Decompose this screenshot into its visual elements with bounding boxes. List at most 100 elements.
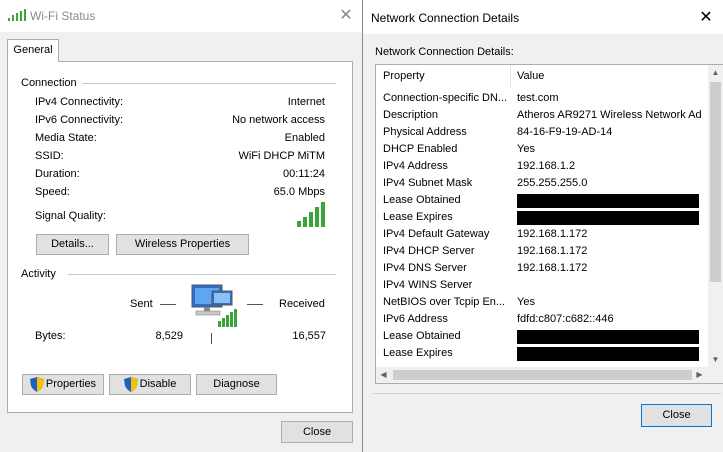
list-item[interactable]: IPv4 Subnet Mask 255.255.255.0 — [376, 175, 708, 192]
close-button[interactable]: Close — [281, 421, 353, 443]
close-icon[interactable]: ✕ — [336, 6, 356, 26]
vertical-scrollbar[interactable]: ▲ ▼ — [708, 65, 723, 367]
property-cell: Connection-specific DN... — [383, 92, 508, 104]
sent-label: Sent — [130, 298, 153, 310]
vertical-scroll-thumb[interactable] — [710, 82, 721, 282]
list-item[interactable]: IPv4 Address 192.168.1.2 — [376, 158, 708, 175]
shield-icon — [123, 376, 138, 392]
value-cell: 192.168.1.172 — [517, 228, 588, 240]
scroll-down-icon[interactable]: ▼ — [711, 355, 720, 364]
list-item[interactable]: IPv6 Address fdfd:c807:c682::446 — [376, 311, 708, 328]
scroll-corner — [708, 367, 723, 383]
list-item[interactable]: Lease Obtained — [376, 328, 708, 345]
value-cell: Yes — [517, 296, 535, 308]
list-item[interactable]: Lease Expires — [376, 209, 708, 226]
column-header-property[interactable]: Property — [383, 65, 425, 87]
network-connection-details-dialog: Network Connection Details ✕ Network Con… — [362, 0, 723, 452]
property-cell: NetBIOS over Tcpip En... — [383, 296, 506, 308]
details-list-view[interactable]: Property Value Connection-specific DN...… — [375, 64, 723, 384]
value-cell: 255.255.255.0 — [517, 177, 588, 189]
activity-heading: Activity — [21, 268, 56, 280]
media-state-value: Enabled — [284, 132, 325, 144]
disable-button-label: Disable — [139, 378, 177, 390]
list-item[interactable]: Description Atheros AR9271 Wireless Netw… — [376, 107, 708, 124]
property-cell: Lease Obtained — [383, 330, 461, 342]
list-item[interactable]: DHCP Enabled Yes — [376, 141, 708, 158]
property-cell: IPv4 Default Gateway — [383, 228, 490, 240]
list-item[interactable]: Lease Obtained — [376, 192, 708, 209]
column-divider[interactable] — [510, 65, 511, 87]
row-label: IPv6 Connectivity: — [35, 114, 124, 126]
property-cell: Description — [383, 109, 439, 121]
details-titlebar: Network Connection Details ✕ — [363, 0, 723, 34]
bytes-label: Bytes: — [35, 330, 66, 342]
list-item[interactable]: Connection-specific DN... test.com — [376, 90, 708, 107]
shield-icon — [29, 376, 44, 392]
wifi-status-titlebar: Wi-Fi Status ✕ — [0, 0, 362, 32]
horizontal-scroll-thumb[interactable] — [393, 370, 692, 380]
details-button[interactable]: Details... — [36, 234, 109, 255]
sent-dash — [160, 304, 176, 305]
tab-general[interactable]: General — [7, 39, 59, 62]
details-group-label: Network Connection Details: — [375, 46, 514, 58]
ssid-value: WiFi DHCP MiTM — [238, 150, 325, 162]
list-item[interactable]: IPv4 WINS Server — [376, 277, 708, 294]
window-title: Network Connection Details — [371, 11, 520, 25]
connection-heading: Connection — [21, 77, 77, 89]
property-cell: Lease Obtained — [383, 194, 461, 206]
redacted-value — [517, 194, 699, 208]
list-item[interactable]: Lease Expires — [376, 345, 708, 362]
property-cell: IPv4 Address — [383, 160, 448, 172]
redacted-value — [517, 211, 699, 225]
list-item[interactable]: IPv4 Default Gateway 192.168.1.172 — [376, 226, 708, 243]
value-cell: 192.168.1.172 — [517, 262, 588, 274]
scroll-right-icon[interactable]: ▶ — [695, 370, 704, 380]
properties-button[interactable]: Properties — [22, 374, 104, 395]
horizontal-scrollbar[interactable]: ◀ ▶ — [376, 367, 708, 383]
list-item[interactable]: IPv4 DNS Server 192.168.1.172 — [376, 260, 708, 277]
property-cell: IPv4 Subnet Mask — [383, 177, 473, 189]
scroll-left-icon[interactable]: ◀ — [379, 370, 388, 380]
connection-divider — [82, 83, 336, 84]
value-cell: test.com — [517, 92, 559, 104]
property-cell: IPv4 DNS Server — [383, 262, 467, 274]
property-cell: IPv4 DHCP Server — [383, 245, 475, 257]
row-label: IPv4 Connectivity: — [35, 96, 124, 108]
signal-bars-icon — [297, 201, 327, 227]
wireless-properties-button[interactable]: Wireless Properties — [116, 234, 249, 255]
window-title: Wi-Fi Status — [30, 9, 96, 23]
list-item[interactable]: IPv4 DHCP Server 192.168.1.172 — [376, 243, 708, 260]
property-cell: DHCP Enabled — [383, 143, 458, 155]
row-label: Duration: — [35, 168, 80, 180]
value-cell: Atheros AR9271 Wireless Network Ad — [517, 109, 702, 121]
duration-value: 00:11:24 — [282, 168, 325, 180]
received-dash — [247, 304, 263, 305]
row-label: Media State: — [35, 132, 97, 144]
value-cell: Yes — [517, 143, 535, 155]
list-item[interactable]: NetBIOS over Tcpip En... Yes — [376, 294, 708, 311]
value-cell: 192.168.1.172 — [517, 245, 588, 257]
ipv6-connectivity-value: No network access — [232, 114, 325, 126]
speed-value: 65.0 Mbps — [273, 186, 325, 198]
value-cell: 84-16-F9-19-AD-14 — [517, 126, 613, 138]
property-cell: IPv6 Address — [383, 313, 448, 325]
scroll-up-icon[interactable]: ▲ — [711, 68, 720, 77]
close-button[interactable]: Close — [641, 404, 712, 427]
value-cell: fdfd:c807:c682::446 — [517, 313, 614, 325]
close-icon[interactable]: ✕ — [696, 8, 716, 28]
wifi-signal-icon — [8, 9, 26, 21]
row-label: SSID: — [35, 150, 64, 162]
value-cell: 192.168.1.2 — [517, 160, 576, 172]
list-item[interactable]: Physical Address 84-16-F9-19-AD-14 — [376, 124, 708, 141]
property-cell: Lease Expires — [383, 347, 453, 359]
redacted-value — [517, 330, 699, 344]
network-computer-icon — [190, 283, 242, 329]
received-label: Received — [279, 298, 325, 310]
property-cell: Lease Expires — [383, 211, 453, 223]
ipv4-connectivity-value: Internet — [287, 96, 325, 108]
activity-divider-tick — [211, 333, 212, 344]
property-cell: Physical Address — [383, 126, 467, 138]
disable-button[interactable]: Disable — [109, 374, 191, 395]
diagnose-button[interactable]: Diagnose — [196, 374, 277, 395]
column-header-value[interactable]: Value — [517, 65, 544, 87]
